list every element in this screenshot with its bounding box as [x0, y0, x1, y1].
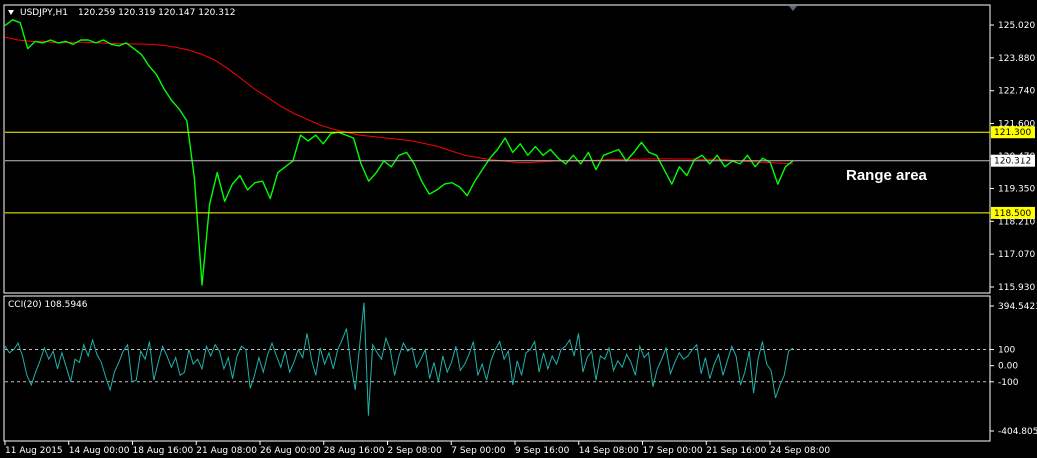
cci-tick-label: -100: [998, 378, 1019, 388]
time-tick-label: 21 Aug 08:00: [196, 446, 257, 456]
time-tick-label: 24 Sep 08:00: [770, 446, 830, 456]
price-tick-label: 118.210: [998, 217, 1035, 227]
price-tick-label: 119.350: [998, 184, 1035, 194]
time-tick-label: 14 Sep 08:00: [579, 446, 639, 456]
price-tick-label: 122.740: [998, 87, 1035, 97]
time-tick-label: 28 Aug 16:00: [324, 446, 385, 456]
price-tick-label: 115.930: [998, 283, 1035, 293]
range-area-annotation: Range area: [846, 167, 928, 184]
time-tick-label: 21 Sep 16:00: [706, 446, 766, 456]
time-tick-label: 17 Sep 00:00: [643, 446, 703, 456]
cci-tick-label: -404.805: [998, 427, 1037, 437]
cci-tick-label: 100: [998, 346, 1015, 356]
time-tick-label: 26 Aug 00:00: [260, 446, 321, 456]
time-tick-label: 11 Aug 2015: [5, 446, 63, 456]
forex-chart: 121.300118.500120.312 125.020123.880122.…: [0, 0, 1037, 458]
price-tick-label: 117.070: [998, 250, 1035, 260]
price-tick-label: 125.020: [998, 21, 1035, 31]
time-tick-label: 7 Sep 00:00: [451, 446, 506, 456]
time-tick-label: 2 Sep 08:00: [388, 446, 443, 456]
price-tick-label: 120.470: [998, 152, 1035, 162]
chart-background: [0, 0, 1037, 458]
level-tag-label: 121.300: [994, 128, 1031, 138]
symbol-label: USDJPY,H1: [20, 8, 68, 18]
cci-tick-label: 0.00: [998, 362, 1018, 372]
time-tick-label: 18 Aug 16:00: [133, 446, 194, 456]
time-tick-label: 14 Aug 00:00: [69, 446, 130, 456]
time-tick-label: 9 Sep 16:00: [515, 446, 570, 456]
cci-tick-label: 394.5423: [998, 302, 1037, 312]
cci-title: CCI(20) 108.5946: [8, 300, 88, 310]
price-tick-label: 121.600: [998, 120, 1035, 130]
ohlc-readout: 120.259 120.319 120.147 120.312: [78, 8, 235, 18]
price-tick-label: 123.880: [998, 54, 1035, 64]
